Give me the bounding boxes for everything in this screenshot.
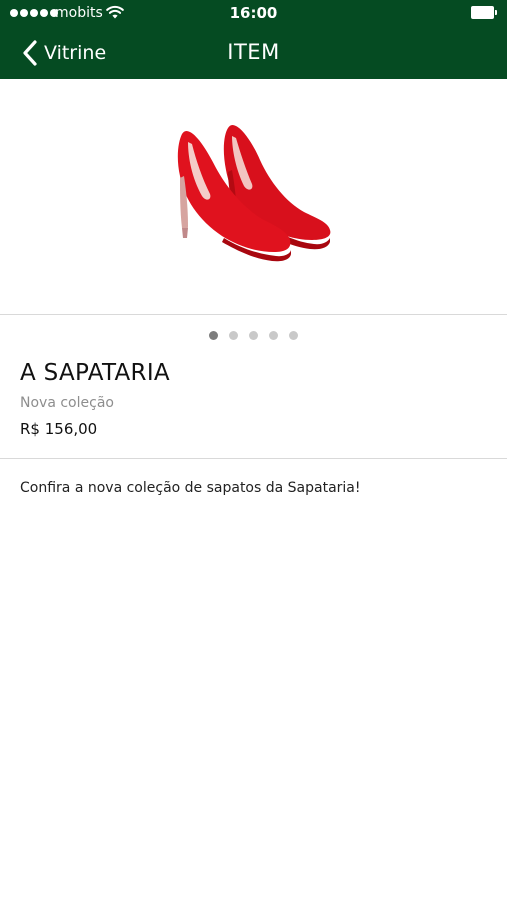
product-subtitle: Nova coleção xyxy=(20,395,114,411)
page-dot[interactable] xyxy=(229,331,238,340)
image-divider xyxy=(0,314,507,315)
page-dot[interactable] xyxy=(289,331,298,340)
page-dot[interactable] xyxy=(249,331,258,340)
product-price: R$ 156,00 xyxy=(20,420,98,438)
item-screen: mobits 16:00 Vitrine ITEM A SAPATARIA No… xyxy=(0,0,507,900)
product-description: Confira a nova coleção de sapatos da Sap… xyxy=(20,480,361,496)
page-dot[interactable] xyxy=(269,331,278,340)
page-dot-active[interactable] xyxy=(209,331,218,340)
battery-tip xyxy=(495,10,497,15)
battery-icon xyxy=(471,6,497,19)
store-name: A SAPATARIA xyxy=(20,360,170,386)
red-high-heel-shoes-image xyxy=(177,124,331,262)
page-title: ITEM xyxy=(227,40,280,64)
navigation-bar: Vitrine ITEM xyxy=(0,27,507,79)
carousel-page-indicator[interactable] xyxy=(0,331,507,341)
battery-body xyxy=(471,6,494,19)
status-time: 16:00 xyxy=(229,4,278,22)
product-image-carousel[interactable] xyxy=(0,79,507,314)
header: mobits 16:00 Vitrine ITEM xyxy=(0,0,507,79)
status-bar: mobits 16:00 xyxy=(0,0,507,27)
details-divider xyxy=(0,458,507,459)
